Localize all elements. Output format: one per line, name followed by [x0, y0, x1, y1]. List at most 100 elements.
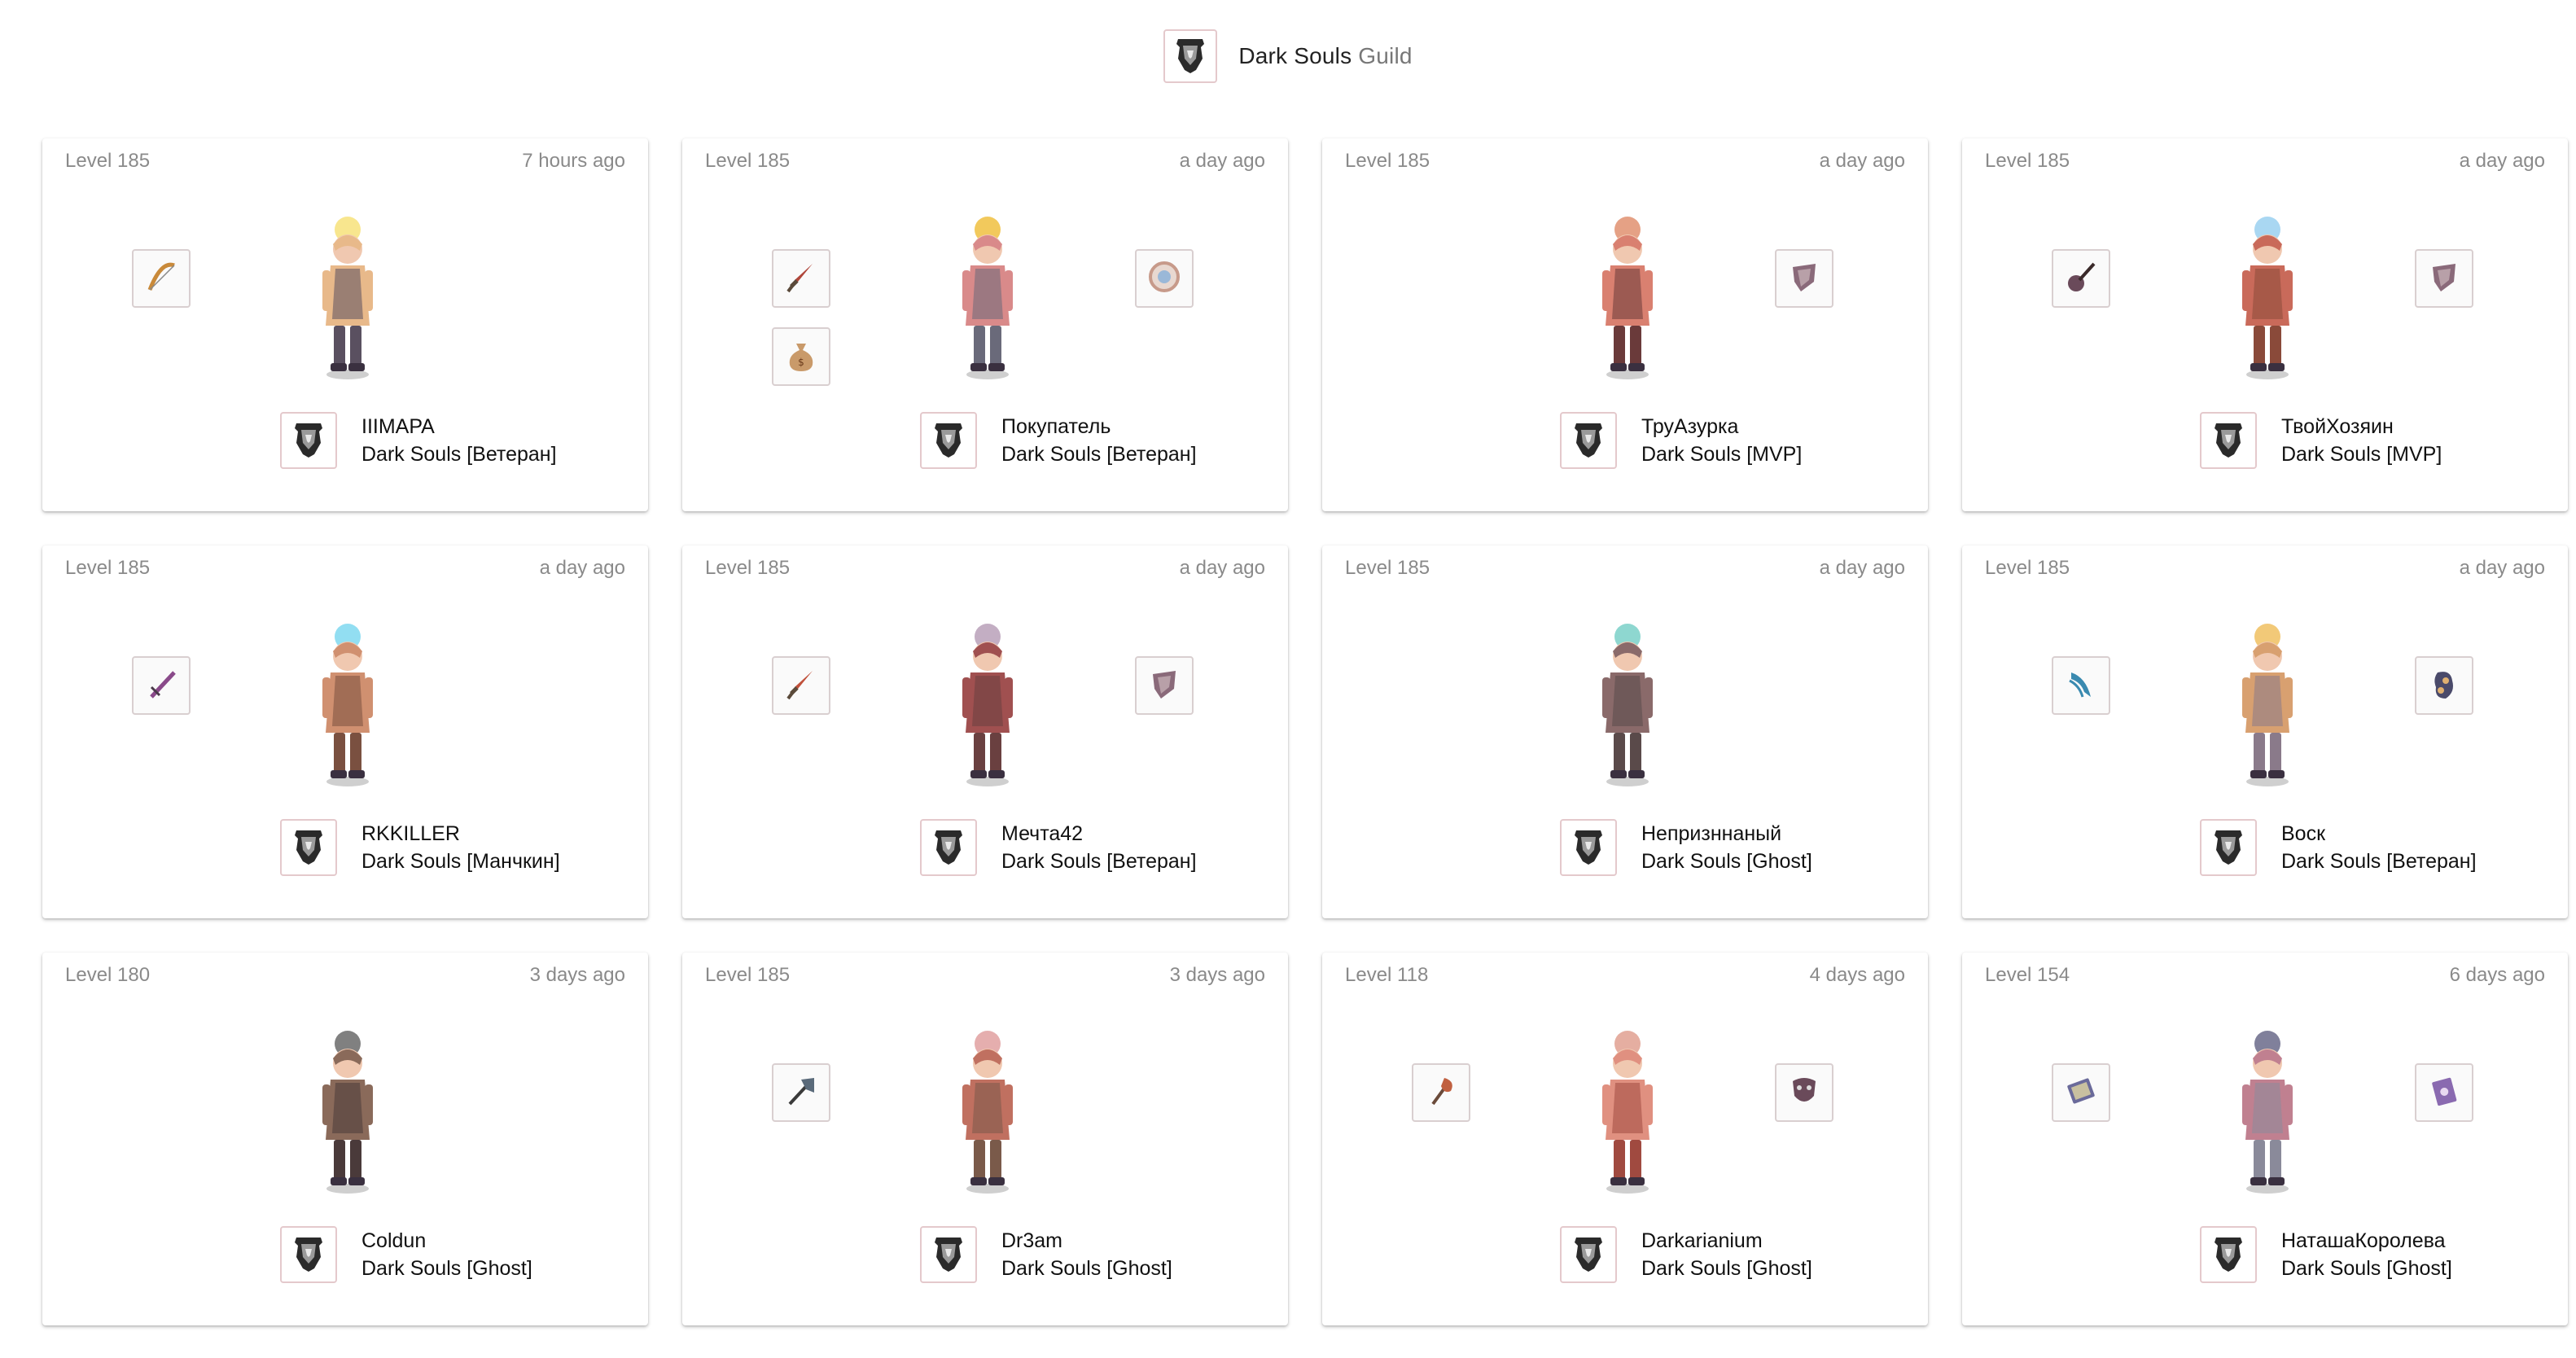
character-guild-rank: Dark Souls [Ghost]: [1641, 1257, 1812, 1280]
guitar-icon[interactable]: [2052, 249, 2110, 308]
last-seen-time: 4 days ago: [1809, 964, 1905, 986]
torch-icon[interactable]: [1412, 1063, 1470, 1122]
shield-icon[interactable]: [1135, 656, 1194, 715]
member-card[interactable]: Level 185 a day ago Непризннаный Dark So…: [1322, 545, 1928, 918]
bow-icon[interactable]: [132, 249, 191, 308]
guild-suffix: Guild: [1358, 43, 1413, 68]
guild-emblem-icon: [1560, 819, 1617, 876]
shield-orb-icon[interactable]: [1135, 249, 1194, 308]
guild-emblem-icon: [2200, 412, 2257, 469]
character-sprite: [295, 212, 401, 383]
mask-icon[interactable]: [1775, 1063, 1833, 1122]
member-card[interactable]: Level 185 a day ago ТвойХозяин Dark Soul…: [1962, 138, 2568, 511]
character-sprite: [1575, 619, 1680, 790]
last-seen-time: a day ago: [539, 557, 625, 579]
character-name[interactable]: Непризннаный: [1641, 822, 1781, 846]
member-card[interactable]: Level 185 7 hours ago IIIMAPA Dark Souls…: [42, 138, 648, 511]
guild-emblem-icon: [920, 412, 977, 469]
character-sprite: [2215, 1026, 2320, 1197]
character-name[interactable]: Покупатель: [1001, 415, 1111, 439]
character-guild-rank: Dark Souls [Ветеран]: [1001, 443, 1197, 466]
guild-emblem-icon: [1163, 29, 1218, 83]
member-level: Level 185: [705, 150, 791, 172]
last-seen-time: a day ago: [1179, 150, 1265, 172]
character-sprite: [935, 619, 1040, 790]
character-name[interactable]: RKKILLER: [361, 822, 460, 846]
member-card[interactable]: Level 180 3 days ago Coldun Dark Souls […: [42, 953, 648, 1325]
svg-text:$: $: [798, 357, 804, 368]
claw-icon[interactable]: [2052, 656, 2110, 715]
character-name[interactable]: Bocк: [2281, 822, 2325, 846]
member-level: Level 185: [65, 557, 151, 579]
member-level: Level 185: [705, 557, 791, 579]
shield-icon[interactable]: [1775, 249, 1833, 308]
member-level: Level 154: [1985, 964, 2070, 986]
guild-emblem-icon: [920, 1226, 977, 1283]
character-guild-rank: Dark Souls [Ветеран]: [1001, 850, 1197, 873]
member-level: Level 185: [1345, 150, 1430, 172]
character-sprite: [295, 1026, 401, 1197]
member-card[interactable]: Level 185 a day ago Мечта42 Dark Souls […: [682, 545, 1288, 918]
character-name[interactable]: НаташаКоролева: [2281, 1229, 2446, 1253]
character-sprite: [2215, 619, 2320, 790]
character-name[interactable]: Dr3am: [1001, 1229, 1062, 1253]
character-name[interactable]: Мечта42: [1001, 822, 1083, 846]
member-level: Level 185: [705, 964, 791, 986]
member-level: Level 185: [65, 150, 151, 172]
last-seen-time: a day ago: [1179, 557, 1265, 579]
guild-title: Dark Souls Guild: [1238, 43, 1412, 69]
member-card[interactable]: Level 185 a day ago Bocк Dark Souls [Вет…: [1962, 545, 2568, 918]
guild-emblem-icon: [280, 819, 337, 876]
character-guild-rank: Dark Souls [MVP]: [1641, 443, 1803, 466]
money-bag-icon[interactable]: $: [772, 327, 830, 386]
character-sprite: [935, 212, 1040, 383]
spellbook-icon[interactable]: [2415, 1063, 2473, 1122]
character-guild-rank: Dark Souls [Ветеран]: [2281, 850, 2477, 873]
sword-icon[interactable]: [132, 656, 191, 715]
shield-icon[interactable]: [2415, 249, 2473, 308]
guild-emblem-icon: [1560, 1226, 1617, 1283]
guild-emblem-icon: [280, 412, 337, 469]
character-sprite: [1575, 212, 1680, 383]
member-card[interactable]: Level 185 a day ago ТруАзурка Dark Souls…: [1322, 138, 1928, 511]
character-name[interactable]: IIIMAPA: [361, 415, 435, 439]
member-level: Level 118: [1345, 964, 1429, 986]
last-seen-time: a day ago: [1819, 557, 1905, 579]
dagger-icon[interactable]: [772, 656, 830, 715]
character-sprite: [295, 619, 401, 790]
character-sprite: [935, 1026, 1040, 1197]
dagger-icon[interactable]: [772, 249, 830, 308]
character-guild-rank: Dark Souls [Ghost]: [1001, 1257, 1172, 1280]
character-guild-rank: Dark Souls [MVP]: [2281, 443, 2442, 466]
character-name[interactable]: ТруАзурка: [1641, 415, 1738, 439]
character-name[interactable]: Coldun: [361, 1229, 426, 1253]
character-guild-rank: Dark Souls [Ghost]: [2281, 1257, 2452, 1280]
member-card[interactable]: Level 185 a day ago RKKILLER Dark Souls …: [42, 545, 648, 918]
character-sprite: [1575, 1026, 1680, 1197]
member-level: Level 185: [1345, 557, 1430, 579]
character-sprite: [2215, 212, 2320, 383]
last-seen-time: 7 hours ago: [522, 150, 625, 172]
last-seen-time: 3 days ago: [1169, 964, 1265, 986]
member-level: Level 185: [1985, 150, 2070, 172]
character-guild-rank: Dark Souls [Ветеран]: [361, 443, 557, 466]
member-level: Level 185: [1985, 557, 2070, 579]
member-grid: Level 185 7 hours ago IIIMAPA Dark Souls…: [42, 138, 2568, 1325]
member-card[interactable]: Level 154 6 days ago НаташаКоролева Dark…: [1962, 953, 2568, 1325]
member-level: Level 180: [65, 964, 151, 986]
member-card[interactable]: Level 118 4 days ago Darkarianium Dark S…: [1322, 953, 1928, 1325]
guild-emblem-icon: [1560, 412, 1617, 469]
last-seen-time: a day ago: [1819, 150, 1905, 172]
character-name[interactable]: Darkarianium: [1641, 1229, 1763, 1253]
member-card[interactable]: Level 185 a day ago $ Покупатель Dark So…: [682, 138, 1288, 511]
guild-emblem-icon: [2200, 819, 2257, 876]
member-card[interactable]: Level 185 3 days ago Dr3am Dark Souls [G…: [682, 953, 1288, 1325]
gem-icon[interactable]: [2415, 656, 2473, 715]
character-guild-rank: Dark Souls [Ghost]: [1641, 850, 1812, 873]
axe-icon[interactable]: [772, 1063, 830, 1122]
book-icon[interactable]: [2052, 1063, 2110, 1122]
last-seen-time: 6 days ago: [2449, 964, 2545, 986]
guild-emblem-icon: [2200, 1226, 2257, 1283]
character-name[interactable]: ТвойХозяин: [2281, 415, 2394, 439]
guild-emblem-icon: [920, 819, 977, 876]
